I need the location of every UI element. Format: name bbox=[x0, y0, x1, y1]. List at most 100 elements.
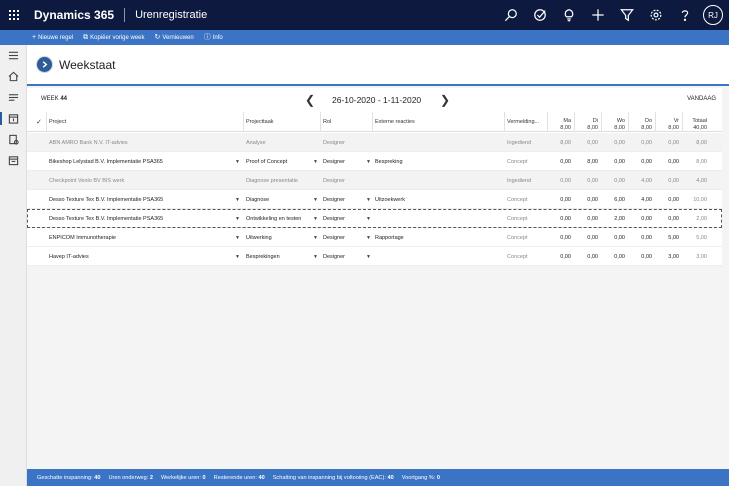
table-row[interactable]: Desso Texture Tex B.V. Implementatie PSA… bbox=[27, 190, 722, 209]
hours-cell[interactable]: 8,00 bbox=[574, 152, 601, 171]
hours-cell[interactable]: 0,00 bbox=[547, 247, 574, 266]
lightbulb-icon[interactable] bbox=[554, 0, 583, 30]
table-row[interactable]: ABN AMRO Bank N.V. IT-advies Analyse Desig… bbox=[27, 133, 722, 152]
project-dropdown-chevron-icon[interactable]: ▼ bbox=[235, 228, 240, 247]
task-cell[interactable]: Proof of Concept bbox=[243, 152, 315, 171]
project-cell[interactable]: Desso Texture Tex B.V. Implementatie PSA… bbox=[46, 209, 236, 228]
hours-cell[interactable]: 0,00 bbox=[574, 247, 601, 266]
task-cell[interactable]: Uitwerking bbox=[243, 228, 315, 247]
next-week-chevron-icon[interactable]: ❯ bbox=[440, 93, 450, 107]
role-cell[interactable]: Designer bbox=[320, 247, 366, 266]
hours-cell[interactable]: 0,00 bbox=[628, 247, 655, 266]
column-header-day[interactable]: Vr 8,00 bbox=[655, 112, 682, 132]
project-dropdown-chevron-icon[interactable]: ▼ bbox=[235, 152, 240, 171]
table-row[interactable]: ENPICOM Immunotherapie ▼ Uitwerking ▼ Design… bbox=[27, 228, 722, 247]
brand-name[interactable]: Dynamics 365 bbox=[34, 8, 114, 22]
approvals-icon[interactable] bbox=[0, 129, 27, 150]
role-cell[interactable]: Designer bbox=[320, 209, 366, 228]
timesheet-nav-icon[interactable] bbox=[0, 108, 27, 129]
project-dropdown-chevron-icon[interactable]: ▼ bbox=[235, 190, 240, 209]
column-header-project[interactable]: Project bbox=[46, 112, 243, 132]
today-button[interactable]: VANDAAG bbox=[687, 96, 716, 102]
role-dropdown-chevron-icon[interactable]: ▼ bbox=[366, 209, 371, 228]
column-header-day[interactable]: Wo 8,00 bbox=[601, 112, 628, 132]
column-header-day[interactable]: Di 8,00 bbox=[574, 112, 601, 132]
hours-cell[interactable]: 0,00 bbox=[547, 152, 574, 171]
hours-cell[interactable]: 0,00 bbox=[628, 152, 655, 171]
select-all-checkmark-icon[interactable]: ✓ bbox=[36, 118, 42, 126]
column-header-role[interactable]: Rol bbox=[320, 112, 372, 132]
hours-cell[interactable]: 0,00 bbox=[655, 190, 682, 209]
previous-week-chevron-icon[interactable]: ❮ bbox=[305, 93, 315, 107]
task-dropdown-chevron-icon[interactable]: ▼ bbox=[313, 190, 318, 209]
hours-cell[interactable]: 6,00 bbox=[601, 190, 628, 209]
hours-cell[interactable]: 0,00 bbox=[655, 152, 682, 171]
role-dropdown-chevron-icon[interactable]: ▼ bbox=[366, 190, 371, 209]
task-cell[interactable]: Besprekingen bbox=[243, 247, 315, 266]
task-dropdown-chevron-icon[interactable]: ▼ bbox=[313, 209, 318, 228]
avatar[interactable]: RJ bbox=[703, 5, 723, 25]
info-button[interactable]: ⓘ Info bbox=[204, 34, 223, 41]
role-cell[interactable]: Designer bbox=[320, 152, 366, 171]
app-launcher-icon[interactable] bbox=[0, 0, 28, 30]
column-header-mention[interactable]: Vermelding... bbox=[504, 112, 547, 132]
project-dropdown-chevron-icon[interactable]: ▼ bbox=[235, 247, 240, 266]
role-dropdown-chevron-icon[interactable]: ▼ bbox=[366, 247, 371, 266]
hours-cell[interactable]: 0,00 bbox=[574, 190, 601, 209]
column-header-task[interactable]: Projecttaak bbox=[243, 112, 320, 132]
help-icon[interactable] bbox=[670, 0, 699, 30]
hours-cell[interactable]: 0,00 bbox=[601, 228, 628, 247]
column-header-day[interactable]: Ma 8,00 bbox=[547, 112, 574, 132]
hours-cell[interactable]: 0,00 bbox=[601, 247, 628, 266]
task-check-icon[interactable] bbox=[525, 0, 554, 30]
column-header-external[interactable]: Externe reacties bbox=[372, 112, 504, 132]
project-cell[interactable]: Desso Texture Tex B.V. Implementatie PSA… bbox=[46, 190, 236, 209]
hours-cell[interactable]: 0,00 bbox=[547, 228, 574, 247]
hours-cell[interactable]: 5,00 bbox=[655, 228, 682, 247]
role-dropdown-chevron-icon[interactable]: ▼ bbox=[366, 152, 371, 171]
external-cell[interactable]: Bespreking bbox=[372, 152, 502, 171]
copy-previous-week-button[interactable]: ⧉ Kopiëer vorige week bbox=[83, 34, 144, 41]
table-row[interactable]: Checkpoint Venlo BV BIS werk Diagnose pre… bbox=[27, 171, 722, 190]
external-cell[interactable] bbox=[372, 247, 502, 266]
table-row[interactable]: Havep IT-advies ▼ Besprekingen ▼ Designer ▼ Co… bbox=[27, 247, 722, 266]
external-cell[interactable]: Rapportage bbox=[372, 228, 502, 247]
role-cell[interactable]: Designer bbox=[320, 228, 366, 247]
project-cell[interactable]: ENPICOM Immunotherapie bbox=[46, 228, 236, 247]
project-cell[interactable]: Havep IT-advies bbox=[46, 247, 236, 266]
external-cell[interactable]: Uitzoekwerk bbox=[372, 190, 502, 209]
new-line-button[interactable]: + Nieuwe regel bbox=[32, 34, 73, 41]
project-cell[interactable]: Bikeshop Lelystad B.V. Implementatie PSA… bbox=[46, 152, 236, 171]
task-cell[interactable]: Diagnose bbox=[243, 190, 315, 209]
task-dropdown-chevron-icon[interactable]: ▼ bbox=[313, 247, 318, 266]
home-icon[interactable] bbox=[0, 66, 27, 87]
search-icon[interactable] bbox=[496, 0, 525, 30]
table-row[interactable]: Desso Texture Tex B.V. Implementatie PSA… bbox=[27, 209, 722, 228]
hours-cell[interactable]: 0,00 bbox=[628, 228, 655, 247]
external-cell[interactable] bbox=[372, 209, 502, 228]
plus-icon[interactable] bbox=[583, 0, 612, 30]
recent-items-icon[interactable] bbox=[0, 87, 27, 108]
role-cell[interactable]: Designer bbox=[320, 190, 366, 209]
hours-cell[interactable]: 3,00 bbox=[655, 247, 682, 266]
filter-icon[interactable] bbox=[612, 0, 641, 30]
project-dropdown-chevron-icon[interactable]: ▼ bbox=[235, 209, 240, 228]
task-cell[interactable]: Ontwikkeling en testen bbox=[243, 209, 315, 228]
hours-cell[interactable]: 0,00 bbox=[628, 209, 655, 228]
hours-cell[interactable]: 0,00 bbox=[574, 209, 601, 228]
hours-cell[interactable]: 0,00 bbox=[655, 209, 682, 228]
role-dropdown-chevron-icon[interactable]: ▼ bbox=[366, 228, 371, 247]
gear-icon[interactable] bbox=[641, 0, 670, 30]
hours-cell[interactable]: 0,00 bbox=[574, 228, 601, 247]
hours-cell[interactable]: 4,00 bbox=[628, 190, 655, 209]
task-dropdown-chevron-icon[interactable]: ▼ bbox=[313, 152, 318, 171]
task-dropdown-chevron-icon[interactable]: ▼ bbox=[313, 228, 318, 247]
hours-cell[interactable]: 0,00 bbox=[601, 152, 628, 171]
calendar-icon[interactable] bbox=[0, 150, 27, 171]
table-row[interactable]: Bikeshop Lelystad B.V. Implementatie PSA… bbox=[27, 152, 722, 171]
column-header-day[interactable]: Do 8,00 bbox=[628, 112, 655, 132]
hours-cell[interactable]: 0,00 bbox=[547, 190, 574, 209]
hours-cell[interactable]: 2,00 bbox=[601, 209, 628, 228]
hours-cell[interactable]: 0,00 bbox=[547, 209, 574, 228]
hamburger-menu-icon[interactable] bbox=[0, 45, 27, 66]
